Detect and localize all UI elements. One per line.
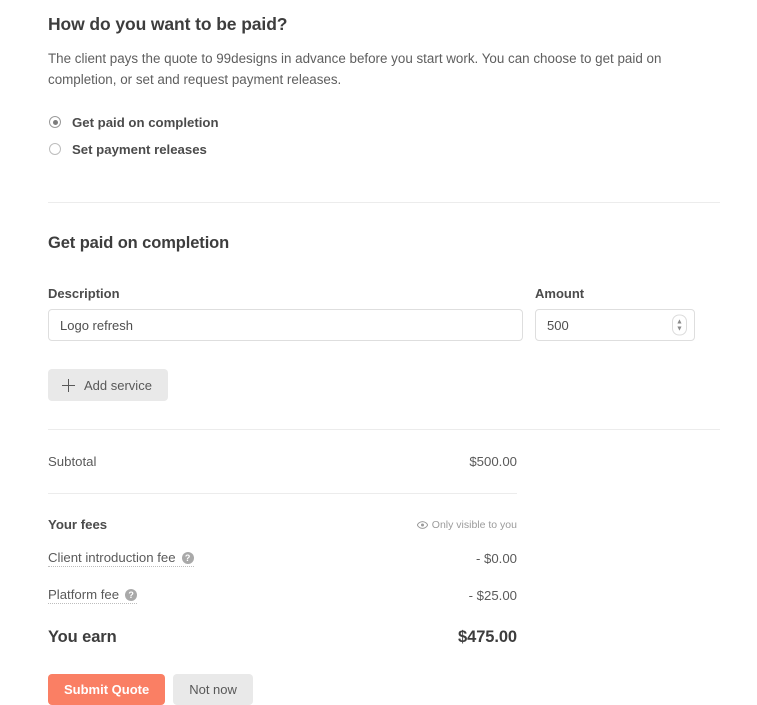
fee-row-client-introduction: Client introduction fee ? - $0.00: [48, 550, 517, 567]
you-earn-label: You earn: [48, 628, 117, 647]
amount-label: Amount: [535, 286, 695, 301]
only-visible-label: Only visible to you: [432, 519, 517, 531]
radio-option-label: Get paid on completion: [72, 115, 219, 130]
fee-label: Client introduction fee: [48, 550, 176, 565]
amount-input-wrapper: ▲ ▼: [535, 309, 695, 341]
description-label: Description: [48, 286, 523, 301]
subtotal-row: Subtotal $500.00: [48, 454, 517, 469]
radio-option-set-payment-releases[interactable]: Set payment releases: [48, 138, 720, 160]
number-spinner[interactable]: ▲ ▼: [672, 315, 687, 336]
radio-option-label: Set payment releases: [72, 142, 207, 157]
summary-panel: Subtotal $500.00 Your fees Only visible …: [48, 454, 517, 647]
not-now-button[interactable]: Not now: [173, 674, 253, 705]
help-icon[interactable]: ?: [125, 589, 137, 601]
fee-label-tooltip-trigger[interactable]: Client introduction fee ?: [48, 550, 194, 567]
subtotal-value: $500.00: [469, 454, 517, 469]
section-title: Get paid on completion: [48, 234, 720, 253]
radio-option-get-paid-on-completion[interactable]: Get paid on completion: [48, 111, 720, 133]
plus-icon: [62, 379, 75, 392]
description-field-group: Description: [48, 286, 523, 341]
amount-field-group: Amount ▲ ▼: [535, 286, 695, 341]
radio-unselected-icon: [49, 143, 61, 155]
fee-value: - $0.00: [476, 551, 517, 566]
only-visible-note: Only visible to you: [417, 519, 517, 531]
you-earn-row: You earn $475.00: [48, 628, 517, 647]
add-service-label: Add service: [84, 378, 152, 393]
fee-label: Platform fee: [48, 587, 119, 602]
radio-selected-icon: [49, 116, 61, 128]
page-title: How do you want to be paid?: [48, 0, 720, 35]
service-line-item-row: Description Amount ▲ ▼: [48, 286, 720, 341]
divider-top: [48, 202, 720, 203]
payment-option-group: Get paid on completion Set payment relea…: [48, 111, 720, 160]
divider-above-fees: [48, 493, 517, 494]
you-earn-value: $475.00: [458, 628, 517, 647]
fee-row-platform: Platform fee ? - $25.00: [48, 587, 517, 604]
action-bar: Submit Quote Not now: [48, 674, 720, 705]
eye-icon: [417, 521, 428, 529]
divider-above-subtotal: [48, 429, 720, 430]
amount-input[interactable]: [535, 309, 695, 341]
fee-label-wrapper: Client introduction fee ?: [48, 550, 194, 567]
submit-quote-button[interactable]: Submit Quote: [48, 674, 165, 705]
add-service-button[interactable]: Add service: [48, 369, 168, 401]
description-input[interactable]: [48, 309, 523, 341]
page-description: The client pays the quote to 99designs i…: [48, 48, 720, 90]
your-fees-header: Your fees Only visible to you: [48, 517, 517, 532]
your-fees-title: Your fees: [48, 517, 107, 532]
help-icon[interactable]: ?: [182, 552, 194, 564]
quote-payment-page: How do you want to be paid? The client p…: [0, 0, 757, 687]
fee-label-wrapper: Platform fee ?: [48, 587, 137, 604]
chevron-down-icon[interactable]: ▼: [676, 325, 683, 332]
fee-value: - $25.00: [469, 588, 517, 603]
chevron-up-icon[interactable]: ▲: [676, 318, 683, 325]
subtotal-label: Subtotal: [48, 454, 96, 469]
fee-label-tooltip-trigger[interactable]: Platform fee ?: [48, 587, 137, 604]
